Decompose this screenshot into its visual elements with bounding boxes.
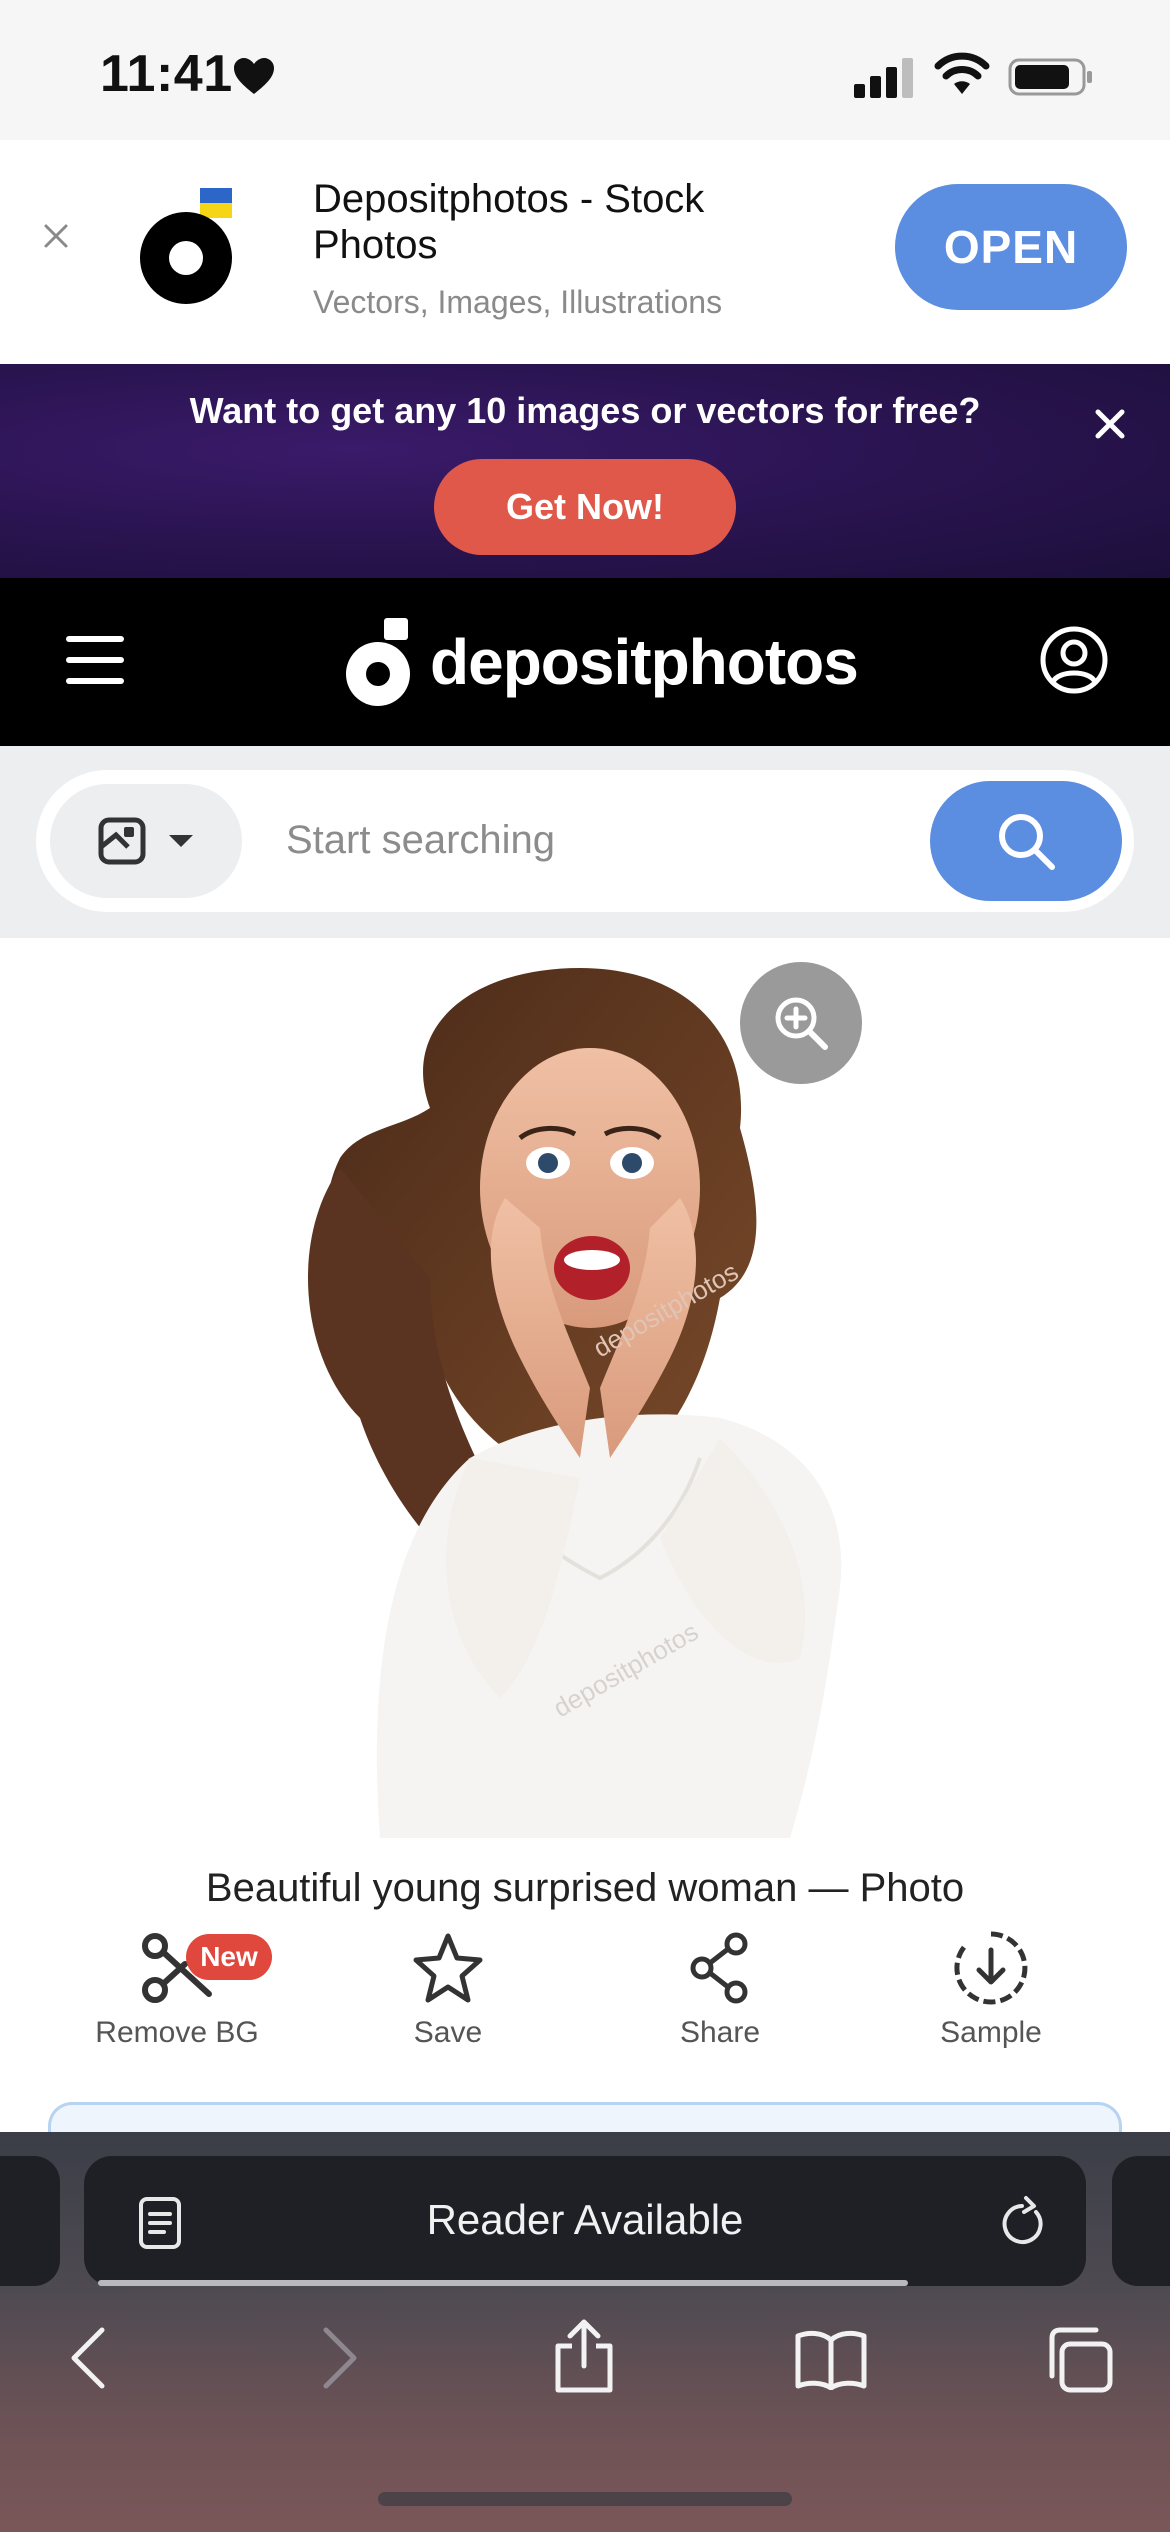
share-nodes-icon xyxy=(690,1932,748,2004)
stock-photo-image: depositphotos depositphotos xyxy=(307,968,842,1838)
share-button[interactable]: Share xyxy=(620,1930,820,2050)
depositphotos-app-icon xyxy=(140,188,232,304)
promo-banner: Want to get any 10 images or vectors for… xyxy=(0,364,1170,578)
search-button[interactable] xyxy=(930,781,1122,901)
address-text: Reader Available xyxy=(426,2196,744,2243)
share-icon[interactable] xyxy=(552,2318,616,2394)
logo-text: depositphotos xyxy=(430,626,859,698)
save-label: Save xyxy=(413,2016,483,2049)
previous-tab-preview[interactable] xyxy=(0,2156,60,2286)
status-time: 11:41 xyxy=(100,45,233,103)
status-bar: 11:41 xyxy=(0,0,1170,140)
star-icon xyxy=(413,1933,483,2003)
search-icon xyxy=(999,814,1055,870)
zoom-in-icon xyxy=(775,997,828,1050)
app-subtitle: Vectors, Images, Illustrations xyxy=(313,284,723,320)
new-badge: New xyxy=(186,1934,272,1980)
app-name: Depositphotos - Stock Photos xyxy=(313,177,705,267)
download-circle-icon xyxy=(954,1931,1028,2005)
cellular-signal-icon xyxy=(854,58,913,98)
photo-title: Beautiful young surprised woman — Photo xyxy=(205,1866,965,1910)
tabs-icon[interactable] xyxy=(1044,2326,1114,2394)
reload-icon[interactable] xyxy=(996,2194,1048,2250)
forward-icon[interactable] xyxy=(318,2326,362,2390)
banner-close-button[interactable] xyxy=(38,218,74,254)
remove-bg-label: Remove BG xyxy=(95,2016,259,2049)
address-bar[interactable]: Reader Available xyxy=(84,2156,1086,2286)
back-icon[interactable] xyxy=(66,2326,110,2390)
open-app-button[interactable]: OPEN xyxy=(895,184,1127,310)
share-label: Share xyxy=(679,2016,761,2049)
photo-preview[interactable]: depositphotos depositphotos xyxy=(0,938,1170,1838)
save-button[interactable]: Save xyxy=(348,1930,548,2050)
search-input[interactable] xyxy=(286,800,926,880)
content-type-filter[interactable] xyxy=(50,784,242,898)
image-type-icon xyxy=(98,817,146,865)
search-section xyxy=(0,746,1170,938)
bookmarks-icon[interactable] xyxy=(794,2328,868,2390)
next-tab-preview[interactable] xyxy=(1112,2156,1170,2286)
browser-toolbar: Reader Available xyxy=(0,2132,1170,2532)
logo-mark-icon xyxy=(346,618,410,706)
caret-down-icon xyxy=(169,835,193,847)
close-icon xyxy=(44,224,68,248)
promo-text: Want to get any 10 images or vectors for… xyxy=(189,390,981,431)
home-indicator xyxy=(378,2492,792,2506)
zoom-button[interactable] xyxy=(740,962,862,1084)
get-now-button[interactable]: Get Now! xyxy=(434,459,736,555)
promo-close-icon[interactable] xyxy=(1090,404,1130,444)
smart-app-banner: Depositphotos - Stock Photos Vectors, Im… xyxy=(0,140,1170,364)
user-account-icon[interactable] xyxy=(1040,626,1108,694)
menu-icon[interactable] xyxy=(66,634,124,686)
site-header: depositphotos xyxy=(0,578,1170,746)
heart-icon xyxy=(234,58,274,94)
site-logo[interactable]: depositphotos xyxy=(346,616,859,708)
battery-icon xyxy=(1008,58,1092,96)
sample-label: Sample xyxy=(940,2016,1042,2049)
page-load-progress xyxy=(98,2280,908,2286)
sample-button[interactable]: Sample xyxy=(891,1930,1091,2050)
search-bar xyxy=(36,770,1134,912)
photo-actions: Remove BG New Save Share Sample xyxy=(0,1930,1170,2070)
wifi-icon xyxy=(934,52,990,94)
